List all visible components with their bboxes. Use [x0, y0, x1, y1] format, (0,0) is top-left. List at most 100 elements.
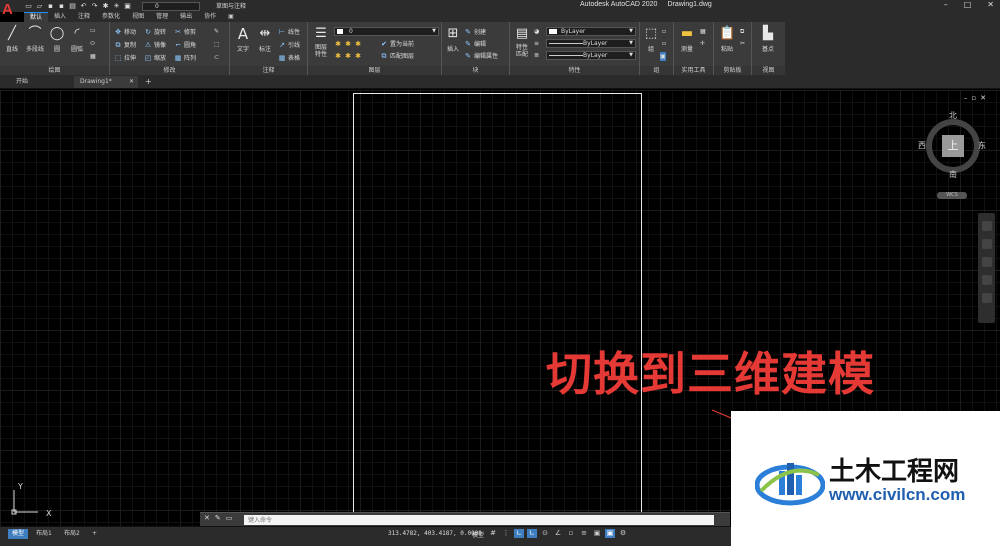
print-icon[interactable]: ▤ — [68, 2, 77, 11]
copy-clip-icon[interactable]: ⧉ — [740, 27, 744, 36]
offset-icon[interactable]: ⊂ — [214, 53, 219, 62]
close-icon[interactable]: ✕ — [987, 0, 994, 9]
copy-button[interactable]: ⧉ 复制 — [114, 40, 137, 50]
layout-tab-2[interactable]: 布局2 — [60, 529, 84, 539]
group-button[interactable]: ⬚ 组 — [640, 26, 662, 53]
sun-icon[interactable]: ☀ — [112, 2, 121, 11]
match-layer-button[interactable]: ⧉ 匹配图层 — [380, 51, 415, 61]
rectangle-icon[interactable]: ▭ — [90, 26, 96, 35]
new-tab-icon[interactable]: + — [145, 76, 152, 88]
quick-layer-select[interactable]: 0 — [142, 1, 200, 11]
explode-icon[interactable]: ⬚ — [214, 40, 220, 49]
drawn-rectangle[interactable] — [353, 93, 642, 526]
wcs-menu[interactable]: WCS — [937, 192, 967, 199]
tab-manage[interactable]: 管理 — [150, 12, 174, 22]
tab-view[interactable]: 视图 — [126, 12, 150, 22]
lock-icon[interactable]: ▣ — [123, 2, 132, 11]
navigation-bar[interactable] — [978, 213, 995, 323]
lineweight-toggle-icon[interactable]: ≡ — [579, 529, 589, 538]
utilities-panel-title[interactable]: 实用工具 — [674, 66, 713, 75]
text-button[interactable]: A 文字 — [232, 26, 254, 53]
id-point-icon[interactable]: ✛ — [700, 39, 705, 48]
line-button[interactable]: ╱ 直线 — [1, 26, 23, 53]
color-select[interactable]: ByLayer ▼ — [546, 27, 636, 36]
lineweight-icon[interactable]: ≣ — [534, 51, 539, 60]
object-snap-tracking-icon[interactable]: ∠ — [553, 529, 563, 538]
object-snap-icon[interactable]: ▫ — [566, 529, 576, 538]
leader-button[interactable]: ↗ 引线 — [278, 40, 300, 50]
arc-button[interactable]: ◜ 圆弧 — [66, 26, 88, 53]
linetype-select[interactable]: ByLayer ▼ — [546, 39, 636, 48]
color-wheel-icon[interactable]: ◕ — [534, 27, 539, 36]
steering-wheel-icon[interactable] — [981, 221, 992, 231]
model-space-button[interactable]: 模型 — [472, 530, 484, 539]
mirror-button[interactable]: ⚠ 镜像 — [144, 40, 166, 50]
layer-properties-button[interactable]: ☰ 图层特性 — [310, 26, 332, 58]
view-panel-title[interactable]: 视图 — [752, 66, 785, 75]
autocad-logo[interactable]: A — [2, 1, 20, 23]
polyline-button[interactable]: ⌒ 多段线 — [22, 26, 48, 53]
layer-state-icons[interactable]: ✱ ✱ ✱ — [334, 51, 364, 60]
annotation-panel-title[interactable]: 注释 — [230, 66, 307, 75]
tab-insert[interactable]: 插入 — [48, 12, 72, 22]
viewcube-top-face[interactable]: 上 — [942, 135, 964, 157]
add-layout-icon[interactable]: + — [88, 529, 101, 539]
block-panel-title[interactable]: 块 — [442, 66, 509, 75]
paste-button[interactable]: 📋 粘贴 — [716, 26, 738, 53]
cut-icon[interactable]: ✂ — [740, 39, 745, 48]
erase-icon[interactable]: ✎ — [214, 27, 219, 36]
modify-panel-title[interactable]: 修改 — [110, 66, 229, 75]
edit-attributes-button[interactable]: ✎ 编辑属性 — [464, 51, 498, 61]
lineweight-select[interactable]: ByLayer ▼ — [546, 51, 636, 60]
layers-panel-title[interactable]: 图层 — [308, 66, 441, 75]
draw-panel-title[interactable]: 绘图 — [0, 66, 109, 75]
create-block-button[interactable]: ✎ 创建 — [464, 27, 486, 37]
base-button[interactable]: ▙ 基点 — [757, 26, 779, 53]
annotation-scale-icon[interactable]: ⚙ — [618, 529, 628, 538]
ungroup-icon[interactable]: ▫ — [662, 27, 666, 36]
workspace-select[interactable]: 草图与注释 — [206, 1, 301, 11]
fillet-button[interactable]: ⌐ 圆角 — [174, 40, 196, 50]
cursor-coordinates[interactable]: 313.4782, 403.4187, 0.0000 — [388, 530, 482, 537]
orbit-icon[interactable] — [981, 275, 992, 285]
grid-icon[interactable]: # — [488, 529, 498, 538]
clipboard-panel-title[interactable]: 剪贴板 — [714, 66, 751, 75]
linetype-icon[interactable]: ≡ — [534, 39, 539, 48]
tab-parametric[interactable]: 参数化 — [96, 12, 126, 22]
ortho-icon[interactable]: ∟ — [514, 529, 524, 538]
maximize-icon[interactable]: □ — [964, 0, 972, 9]
set-current-button[interactable]: ✔ 置为当前 — [380, 39, 414, 49]
layer-bulb-icon[interactable]: ✱ — [101, 2, 110, 11]
properties-panel-title[interactable]: 特性 — [510, 66, 639, 75]
redo-icon[interactable]: ↷ — [90, 2, 99, 11]
layout-tab-model[interactable]: 模型 — [8, 529, 29, 539]
rotate-button[interactable]: ↻ 旋转 — [144, 27, 166, 37]
tab-output[interactable]: 输出 — [174, 12, 198, 22]
groups-panel-title[interactable]: 组 — [640, 66, 673, 75]
layer-tools-icon[interactable]: ✱ ✱ ✱ — [334, 39, 364, 48]
showmotion-icon[interactable] — [981, 293, 992, 303]
calculator-icon[interactable]: ▦ — [700, 27, 706, 36]
table-button[interactable]: ▦ 表格 — [278, 53, 300, 63]
layout-tab-1[interactable]: 布局1 — [32, 529, 56, 539]
compass-south[interactable]: 南 — [949, 169, 957, 180]
insert-button[interactable]: ⊞ 插入 — [442, 26, 464, 53]
measure-button[interactable]: ▬ 测量 — [676, 26, 698, 53]
linear-button[interactable]: ⊢ 线性 — [278, 27, 300, 37]
compass-west[interactable]: 西 — [918, 140, 926, 151]
match-properties-button[interactable]: ▤ 特性匹配 — [511, 26, 533, 58]
stretch-button[interactable]: ⬚ 拉伸 — [114, 53, 136, 63]
hatch-icon[interactable]: ▦ — [90, 52, 96, 61]
save-icon[interactable]: ▪ — [46, 2, 55, 11]
zoom-icon[interactable] — [981, 257, 992, 267]
layer-select[interactable]: 0 ▼ — [334, 27, 439, 36]
tab-default[interactable]: 默认 — [24, 12, 49, 22]
trim-button[interactable]: ✂ 修剪 — [174, 27, 196, 37]
compass-east[interactable]: 东 — [978, 140, 986, 151]
command-input[interactable] — [244, 515, 714, 525]
move-button[interactable]: ✥ 移动 — [114, 27, 136, 37]
ribbon-toggle-icon[interactable]: ▣ — [222, 12, 240, 22]
command-close-icon[interactable]: ✕ — [204, 514, 215, 522]
snap-icon[interactable]: ⋮ — [501, 529, 511, 538]
viewcube[interactable]: 上 北 南 西 东 — [918, 111, 986, 180]
